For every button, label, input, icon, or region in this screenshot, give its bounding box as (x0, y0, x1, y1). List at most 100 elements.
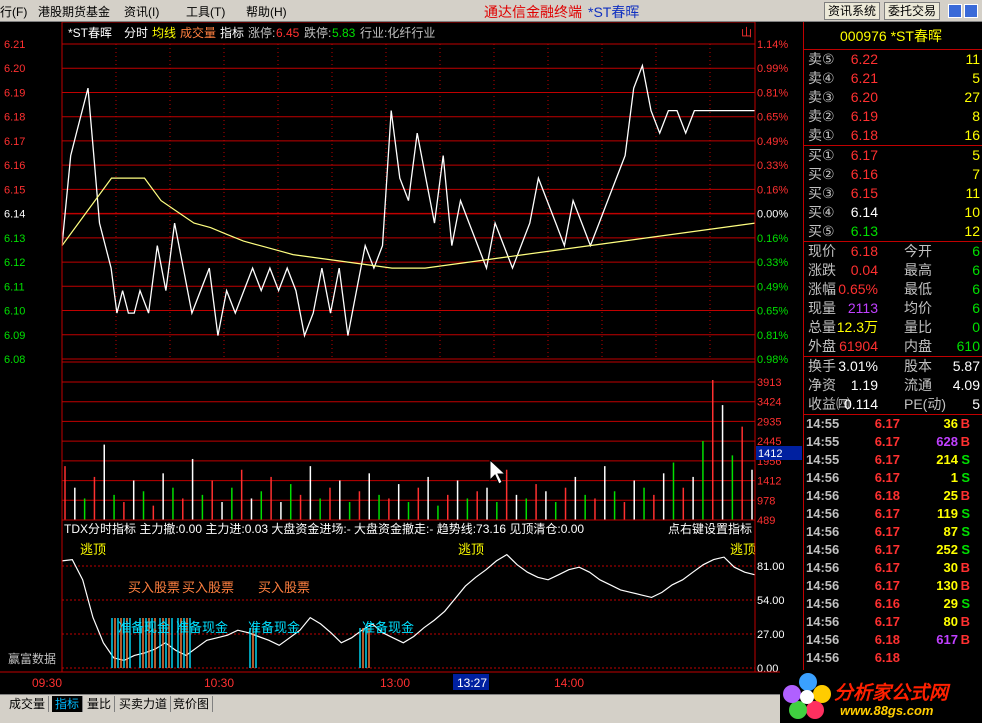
bid-price: 6.15 (850, 185, 878, 201)
bid-volume: 11 (965, 185, 980, 201)
stat-row: 外盘 61904 内盘 610 (804, 337, 982, 356)
industry-label: 行业:化纤行业 (360, 26, 435, 40)
bid-price: 6.14 (850, 204, 878, 220)
bid-label: 买① (808, 147, 835, 163)
fin-label-2: 流通 (904, 377, 932, 393)
tab-indicator[interactable]: 指标 (52, 696, 84, 712)
time-cursor-label: 13:27 (457, 676, 487, 690)
info-system-button[interactable]: 资讯系统 (824, 2, 881, 20)
tick-volume: 30 (943, 560, 958, 575)
tick-time: 14:55 (806, 416, 840, 431)
stat-label-2: 量比 (904, 319, 932, 335)
price-tick-label: 6.09 (4, 330, 25, 342)
tick-row: 14:56 6.17 30 B (804, 559, 982, 577)
tick-list: 14:55 6.17 36 B 14:55 6.17 628 B 14:55 6.17 214 S 14… (804, 415, 982, 667)
stat-label-2: 今开 (904, 243, 932, 259)
pct-tick-label: 0.81% (757, 330, 788, 342)
bid-row: 买① 6.17 5 (804, 146, 982, 165)
tick-row: 14:56 6.17 130 B (804, 577, 982, 595)
plot-frame (61, 22, 756, 673)
pct-tick-label: 0.98% (757, 354, 788, 366)
tick-time: 14:56 (806, 578, 840, 593)
limit-down-value: 5.83 (332, 26, 356, 40)
buy-annotation: 买入股票 (182, 580, 234, 595)
minimize-icon[interactable] (948, 4, 962, 18)
volume-tick-label: 978 (757, 495, 775, 507)
avg-price-series-line (61, 177, 756, 269)
menu-item-info[interactable]: 资讯(I) (124, 3, 159, 20)
maximize-icon[interactable] (964, 4, 978, 18)
stat-value: 0.65% (838, 281, 878, 297)
tick-volume: 119 (937, 506, 958, 521)
tick-time: 14:56 (806, 542, 840, 557)
bid-label: 买③ (808, 185, 835, 201)
time-tick-label: 09:30 (32, 676, 62, 690)
fin-row: 换手 3.01% 股本 5.87 (804, 357, 982, 376)
volume-tick-label: 2935 (757, 416, 781, 428)
price-tick-label: 6.10 (4, 306, 25, 318)
pct-tick-label: 0.33% (757, 257, 788, 269)
price-tick-label: 6.12 (4, 257, 25, 269)
price-tick-label: 6.13 (4, 233, 25, 245)
menu-item-file[interactable]: 行(F) (0, 3, 27, 20)
tab-volume-ratio[interactable]: 量比 (84, 696, 116, 712)
pct-tick-label: 0.49% (757, 136, 788, 148)
tick-row: 14:56 6.17 1 S (804, 469, 982, 487)
pct-tick-label: 0.65% (757, 112, 788, 124)
tick-side: B (960, 488, 970, 503)
stat-label-2: 内盘 (904, 338, 932, 354)
volume-cursor-value: 1412 (758, 448, 782, 460)
pct-tick-label: 0.00% (757, 209, 788, 221)
tick-row: 14:56 6.17 87 S (804, 523, 982, 541)
tab-volume[interactable]: 成交量 (6, 696, 50, 712)
fin-value-2: 5 (972, 396, 980, 412)
bid-label: 买② (808, 166, 835, 182)
stat-label: 涨跌 (808, 262, 836, 278)
fin-value: 3.01% (838, 358, 878, 374)
ask-price: 6.22 (850, 51, 878, 67)
tick-side: B (960, 614, 970, 629)
top-sell-annotation: 逃顶 (730, 542, 756, 557)
tick-volume: 29 (943, 596, 958, 611)
pct-tick-label: 1.14% (757, 39, 788, 51)
volume-tick-label: 489 (757, 515, 775, 527)
tick-side: S (961, 596, 970, 611)
tab-buy-sell-force[interactable]: 买卖力道 (116, 696, 172, 712)
tick-time: 14:56 (806, 560, 840, 575)
order-trade-button[interactable]: 委托交易 (884, 2, 941, 20)
stat-value-2: 6 (972, 243, 980, 259)
bid-price: 6.17 (850, 147, 878, 163)
bid-row: 买⑤ 6.13 12 (804, 222, 982, 241)
bid-volume: 5 (972, 147, 980, 163)
menu-item-tools[interactable]: 工具(T) (186, 3, 225, 20)
tick-row: 14:56 6.18 617 B (804, 631, 982, 649)
price-tick-label: 6.16 (4, 160, 25, 172)
indicator-tab-bar: 成交量 指标 量比 买卖力道 竞价图 (0, 694, 803, 712)
fin-label: 净资 (808, 377, 836, 393)
menu-item-hk-futures[interactable]: 港股期货基金 (38, 3, 110, 20)
tick-price: 6.17 (874, 416, 900, 431)
tick-time: 14:56 (806, 650, 840, 665)
cash-annotation: 准备现金 (362, 620, 414, 635)
stat-label-2: 均价 (904, 300, 932, 316)
cash-annotation: 准备现金 (248, 620, 300, 635)
ask-volume: 5 (972, 70, 980, 86)
limit-up-value: 6.45 (276, 26, 300, 40)
limit-down-label: 跌停: (304, 25, 331, 40)
fin-value: 1.19 (850, 377, 878, 393)
menu-bar: 行(F) 港股期货基金 资讯(I) 工具(T) 帮助(H) 通达信金融终端 *ST… (0, 0, 982, 22)
tab-auction[interactable]: 竞价图 (170, 696, 214, 712)
fin-list: 换手 3.01% 股本 5.87 净资 1.19 流通 4.09 收益㈣ 0.114 PE(动) 5 (804, 357, 982, 414)
price-tick-label: 6.08 (4, 354, 25, 366)
tick-volume: 252 (936, 542, 958, 557)
indicator-tick-label: 0.00 (757, 663, 778, 675)
volume-tick-label: 3913 (757, 377, 781, 389)
bid-row: 买③ 6.15 11 (804, 184, 982, 203)
tick-time: 14:56 (806, 488, 840, 503)
tick-side: S (961, 506, 970, 521)
ask-list: 卖⑤ 6.22 11 卖④ 6.21 5 卖③ 6.20 27 卖② 6.19 8 卖① 6.18 16 (804, 50, 982, 145)
menu-item-help[interactable]: 帮助(H) (246, 3, 287, 20)
stat-label: 现量 (808, 300, 836, 316)
stat-row: 涨跌 0.04 最高 6 (804, 261, 982, 280)
intraday-chart[interactable]: *ST春晖 分时 均线 成交量 指标 涨停: 6.45 跌停: 5.83 行业:化纤行业 山 6.21… (0, 22, 803, 694)
